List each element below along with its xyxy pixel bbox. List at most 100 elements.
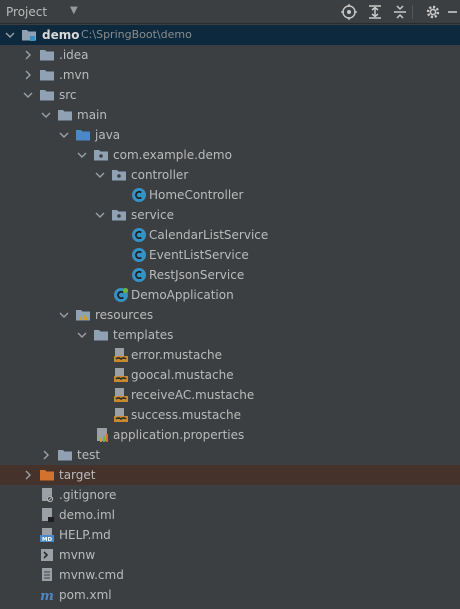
mustache-file-icon: [113, 387, 129, 403]
tree-node-restjsonservice[interactable]: RestJsonService: [0, 265, 460, 285]
expand-arrow-icon[interactable]: [95, 210, 105, 220]
tree-node-label: .mvn: [59, 68, 90, 82]
expand-arrow-icon[interactable]: [77, 330, 87, 340]
tree-node-label: target: [59, 468, 96, 482]
tree-node-label: DemoApplication: [131, 288, 234, 302]
tree-node-label: EventListService: [149, 248, 249, 262]
properties-file-icon: [95, 427, 111, 443]
tree-node-label: CalendarListService: [149, 228, 269, 242]
expand-arrow-icon[interactable]: [77, 150, 87, 160]
tree-node-label: controller: [131, 168, 189, 182]
tree-node-homecontroller[interactable]: HomeController: [0, 185, 460, 205]
tree-node-label: HomeController: [149, 188, 244, 202]
gitignore-file-icon: [39, 487, 55, 503]
maven-icon: m: [39, 587, 55, 603]
tree-node-goocal-mustache[interactable]: goocal.mustache: [0, 365, 460, 385]
tree-node-label: com.example.demo: [113, 148, 232, 162]
tree-node-label: src: [59, 88, 77, 102]
view-dropdown-caret-icon[interactable]: ▼: [70, 5, 78, 16]
tree-node-test[interactable]: test: [0, 445, 460, 465]
module-folder-icon: [21, 27, 37, 43]
locate-icon[interactable]: [340, 3, 358, 21]
collapsed-arrow-icon[interactable]: [23, 470, 33, 480]
expand-arrow-icon[interactable]: [41, 110, 51, 120]
tree-node-demo-iml[interactable]: demo.iml: [0, 505, 460, 525]
tree-node-main[interactable]: main: [0, 105, 460, 125]
tree-node-target[interactable]: target: [0, 465, 460, 485]
folder-icon: [93, 327, 109, 343]
expand-arrow-icon[interactable]: [5, 30, 15, 40]
tree-node-label: service: [131, 208, 174, 222]
tree-node-package-root[interactable]: com.example.demo: [0, 145, 460, 165]
tree-node-error-mustache[interactable]: error.mustache: [0, 345, 460, 365]
svg-text:MD: MD: [42, 537, 52, 543]
tree-node-src[interactable]: src: [0, 85, 460, 105]
tree-node-resources[interactable]: resources: [0, 305, 460, 325]
tree-node-label: main: [77, 108, 107, 122]
tree-node-mvn[interactable]: .mvn: [0, 65, 460, 85]
class-icon: [131, 227, 147, 243]
expand-arrow-icon[interactable]: [59, 130, 69, 140]
tree-node-templates[interactable]: templates: [0, 325, 460, 345]
class-icon: [131, 247, 147, 263]
excluded-folder-icon: [39, 467, 55, 483]
tree-node-label: success.mustache: [131, 408, 241, 422]
tree-node-label: demo: [42, 28, 80, 42]
tree-node-label: java: [95, 128, 121, 142]
expand-arrow-icon[interactable]: [59, 310, 69, 320]
tree-node-pom-xml[interactable]: m pom.xml: [0, 585, 460, 605]
markdown-file-icon: MD: [39, 527, 55, 543]
tree-node-calendarlistservice[interactable]: CalendarListService: [0, 225, 460, 245]
spring-class-icon: [113, 287, 129, 303]
tree-node-service[interactable]: service: [0, 205, 460, 225]
iml-file-icon: [39, 507, 55, 523]
minimize-icon[interactable]: [444, 3, 460, 21]
text-file-icon: [39, 567, 55, 583]
tree-node-java[interactable]: java: [0, 125, 460, 145]
collapsed-arrow-icon[interactable]: [23, 50, 33, 60]
mustache-file-icon: [113, 367, 129, 383]
expand-all-icon[interactable]: [366, 3, 384, 21]
tree-node-label: mvnw: [59, 548, 96, 562]
class-icon: [131, 187, 147, 203]
tree-node-eventlistservice[interactable]: EventListService: [0, 245, 460, 265]
shell-script-icon: [39, 547, 55, 563]
tree-node-receiveac-mustache[interactable]: receiveAC.mustache: [0, 385, 460, 405]
gear-icon[interactable]: [424, 3, 442, 21]
folder-icon: [57, 107, 73, 123]
project-view-title[interactable]: Project: [6, 5, 47, 19]
package-icon: [111, 207, 127, 223]
expand-arrow-icon[interactable]: [95, 170, 105, 180]
package-icon: [93, 147, 109, 163]
expand-arrow-icon[interactable]: [23, 90, 33, 100]
tree-node-success-mustache[interactable]: success.mustache: [0, 405, 460, 425]
tree-node-mvnw-cmd[interactable]: mvnw.cmd: [0, 565, 460, 585]
class-icon: [131, 267, 147, 283]
tree-node-label: demo.iml: [59, 508, 115, 522]
folder-icon: [39, 87, 55, 103]
collapsed-arrow-icon[interactable]: [41, 450, 51, 460]
mustache-file-icon: [113, 347, 129, 363]
folder-icon: [57, 447, 73, 463]
tree-node-label: mvnw.cmd: [59, 568, 124, 582]
folder-icon: [39, 67, 55, 83]
tree-node-label: test: [77, 448, 101, 462]
tree-node-gitignore[interactable]: .gitignore: [0, 485, 460, 505]
tree-node-demo[interactable]: demo C:\SpringBoot\demo: [0, 25, 460, 45]
tree-node-label: pom.xml: [59, 588, 112, 602]
tree-node-label: error.mustache: [131, 348, 222, 362]
folder-icon: [39, 47, 55, 63]
module-path: C:\SpringBoot\demo: [81, 28, 192, 41]
tree-node-mvnw[interactable]: mvnw: [0, 545, 460, 565]
tree-node-controller[interactable]: controller: [0, 165, 460, 185]
collapsed-arrow-icon[interactable]: [23, 70, 33, 80]
tree-node-help-md[interactable]: MD HELP.md: [0, 525, 460, 545]
package-icon: [111, 167, 127, 183]
tree-node-application-properties[interactable]: application.properties: [0, 425, 460, 445]
tree-node-idea[interactable]: .idea: [0, 45, 460, 65]
mustache-file-icon: [113, 407, 129, 423]
source-folder-icon: [75, 127, 91, 143]
collapse-all-icon[interactable]: [391, 3, 409, 21]
tree-node-label: application.properties: [113, 428, 245, 442]
tree-node-demoapplication[interactable]: DemoApplication: [0, 285, 460, 305]
